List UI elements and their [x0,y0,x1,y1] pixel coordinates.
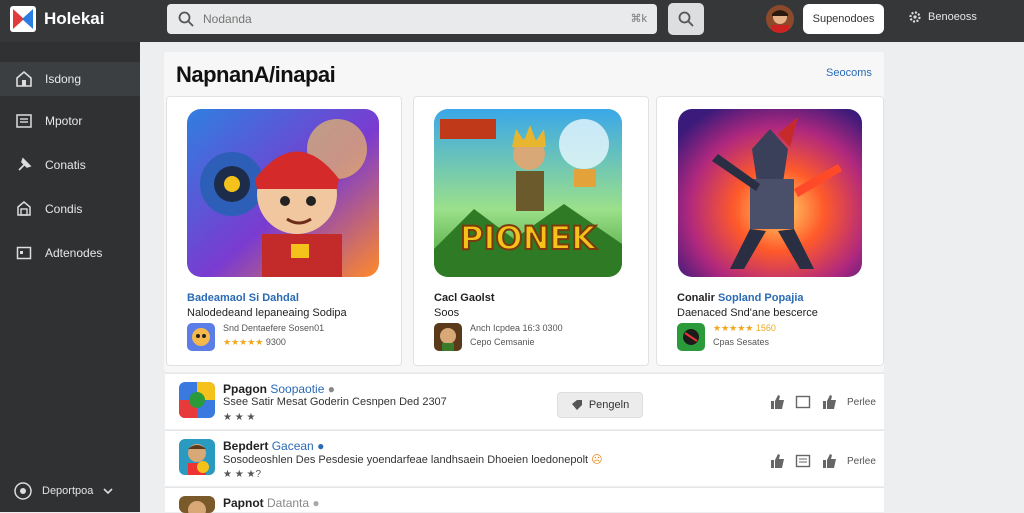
section-title: NapnanA/inapai [176,62,336,87]
game-icon [179,439,215,475]
game-card[interactable]: PIONEK Cacl Gaolst Soos Anch Icpdea 16:3… [413,96,649,366]
game-thumbnail[interactable] [187,109,379,277]
gear-icon [909,11,921,23]
game-icon [434,323,462,351]
search-input[interactable] [203,12,603,26]
game-card[interactable]: Conalir Sopland Popajia Daenaced Snd'ane… [656,96,884,366]
brand[interactable]: Holekai [10,6,104,32]
thumbs-up-icon[interactable] [769,394,785,410]
sidebar-item-store[interactable]: Condis [0,192,140,226]
list-item[interactable]: Papnot Datanta ● [165,487,884,513]
game-icon [179,496,215,513]
get-button[interactable]: Pengeln [557,392,643,418]
card-title[interactable]: Badeamaol Si Dahdal [187,292,299,304]
card-subtitle: Soos [434,307,460,319]
verified-icon: ● [327,382,335,396]
search-bar[interactable]: ⌘k [167,4,657,34]
like-icon[interactable] [821,394,837,410]
sidebar-item-label: Isdong [45,72,82,86]
chevron-down-icon [103,488,113,495]
user-avatar[interactable] [766,5,794,33]
verified-icon: ● [317,439,325,453]
sidebar-item-label: Conatis [45,158,86,172]
card-subtitle: Daenaced Snd'ane bescerce [677,307,818,319]
sidebar-item-label: Condis [45,202,83,216]
emoji-icon: ☹ [591,454,603,466]
pin-icon [18,157,32,171]
list-item-title[interactable]: Ppagon Soopaotie ● [223,382,335,396]
game-thumbnail[interactable] [678,109,862,277]
svg-text:PIONEK: PIONEK [460,219,597,257]
list-icon [16,114,32,128]
list-item-rating: ★ ★ ★ [223,412,256,423]
list-item[interactable]: Ppagon Soopaotie ● Ssee Satir Mesat Gode… [165,373,884,429]
sidebar-item-label: Adtenodes [45,246,103,260]
row-actions: Perlee [769,453,876,469]
profile-icon [14,482,32,500]
sidebar-footer[interactable]: Deportpoa [14,482,113,500]
card-rating: Cepo Cemsanie [470,337,535,347]
card-meta: Anch Icpdea 16:3 0300 [470,323,563,333]
header-action-button[interactable]: Supenodoes [803,4,884,34]
search-icon [178,11,194,27]
game-icon [677,323,705,351]
home-icon [16,70,32,87]
like-icon[interactable] [821,453,837,469]
sidebar-item-label: Mpotor [45,114,83,128]
settings-label: Benoeoss [928,11,977,23]
card-subtitle: Nalodedeand lepaneaing Sodipa [187,307,347,319]
shortcut-hint: ⌘k [630,13,648,25]
sidebar: Isdong Mpotor Conatis Condis Adtenodes D… [0,42,140,512]
tag-icon [571,400,582,410]
game-icon [187,323,215,351]
row-actions: Perlee [769,394,876,410]
list-item-rating: ★ ★ ★? [223,469,262,480]
action-label[interactable]: Perlee [847,456,876,467]
sidebar-item-home[interactable]: Isdong [0,62,140,96]
verified-icon: ● [312,496,320,510]
card-meta: ★★★★★ 1560 [713,323,776,333]
store-icon [17,201,31,216]
sidebar-item-list[interactable]: Mpotor [0,104,140,138]
card-rating: ★★★★★ 9300 [223,337,286,347]
sidebar-item-pin[interactable]: Conatis [0,148,140,182]
list-item-description: Ssee Satir Mesat Goderin Cesnpen Ded 230… [223,396,447,408]
action-label[interactable]: Perlee [847,397,876,408]
list-item-title[interactable]: Papnot Datanta ● [223,496,320,510]
search-icon [678,11,694,27]
card-meta: Snd Dentaefere Sosen01 [223,323,325,333]
comment-icon[interactable] [795,394,811,410]
card-title[interactable]: Conalir Sopland Popajia [677,292,804,304]
box-icon [16,246,32,260]
game-card[interactable]: Badeamaol Si Dahdal Nalodedeand lepaneai… [166,96,402,366]
top-bar: Holekai ⌘k Supenodoes Benoeoss [0,0,1024,42]
list-item[interactable]: Bepdert Gacean ● Sosodeoshlen Des Pesdes… [165,430,884,486]
see-all-link[interactable]: Seocoms [826,67,872,79]
app-logo-icon [10,6,36,32]
thumbs-up-icon[interactable] [769,453,785,469]
game-thumbnail[interactable]: PIONEK [434,109,622,277]
settings-link[interactable]: Benoeoss [908,10,977,24]
list-item-description: Sosodeoshlen Des Pesdesie yoendarfeae la… [223,454,603,466]
sidebar-item-box[interactable]: Adtenodes [0,236,140,270]
game-icon [179,382,215,418]
footer-label: Deportpoa [42,485,94,497]
card-rating: Cpas Sesates [713,337,770,347]
list-icon[interactable] [795,453,811,469]
search-button[interactable] [668,3,704,35]
list-item-title[interactable]: Bepdert Gacean ● [223,439,324,453]
card-title[interactable]: Cacl Gaolst [434,292,495,304]
app-name: Holekai [44,9,105,28]
